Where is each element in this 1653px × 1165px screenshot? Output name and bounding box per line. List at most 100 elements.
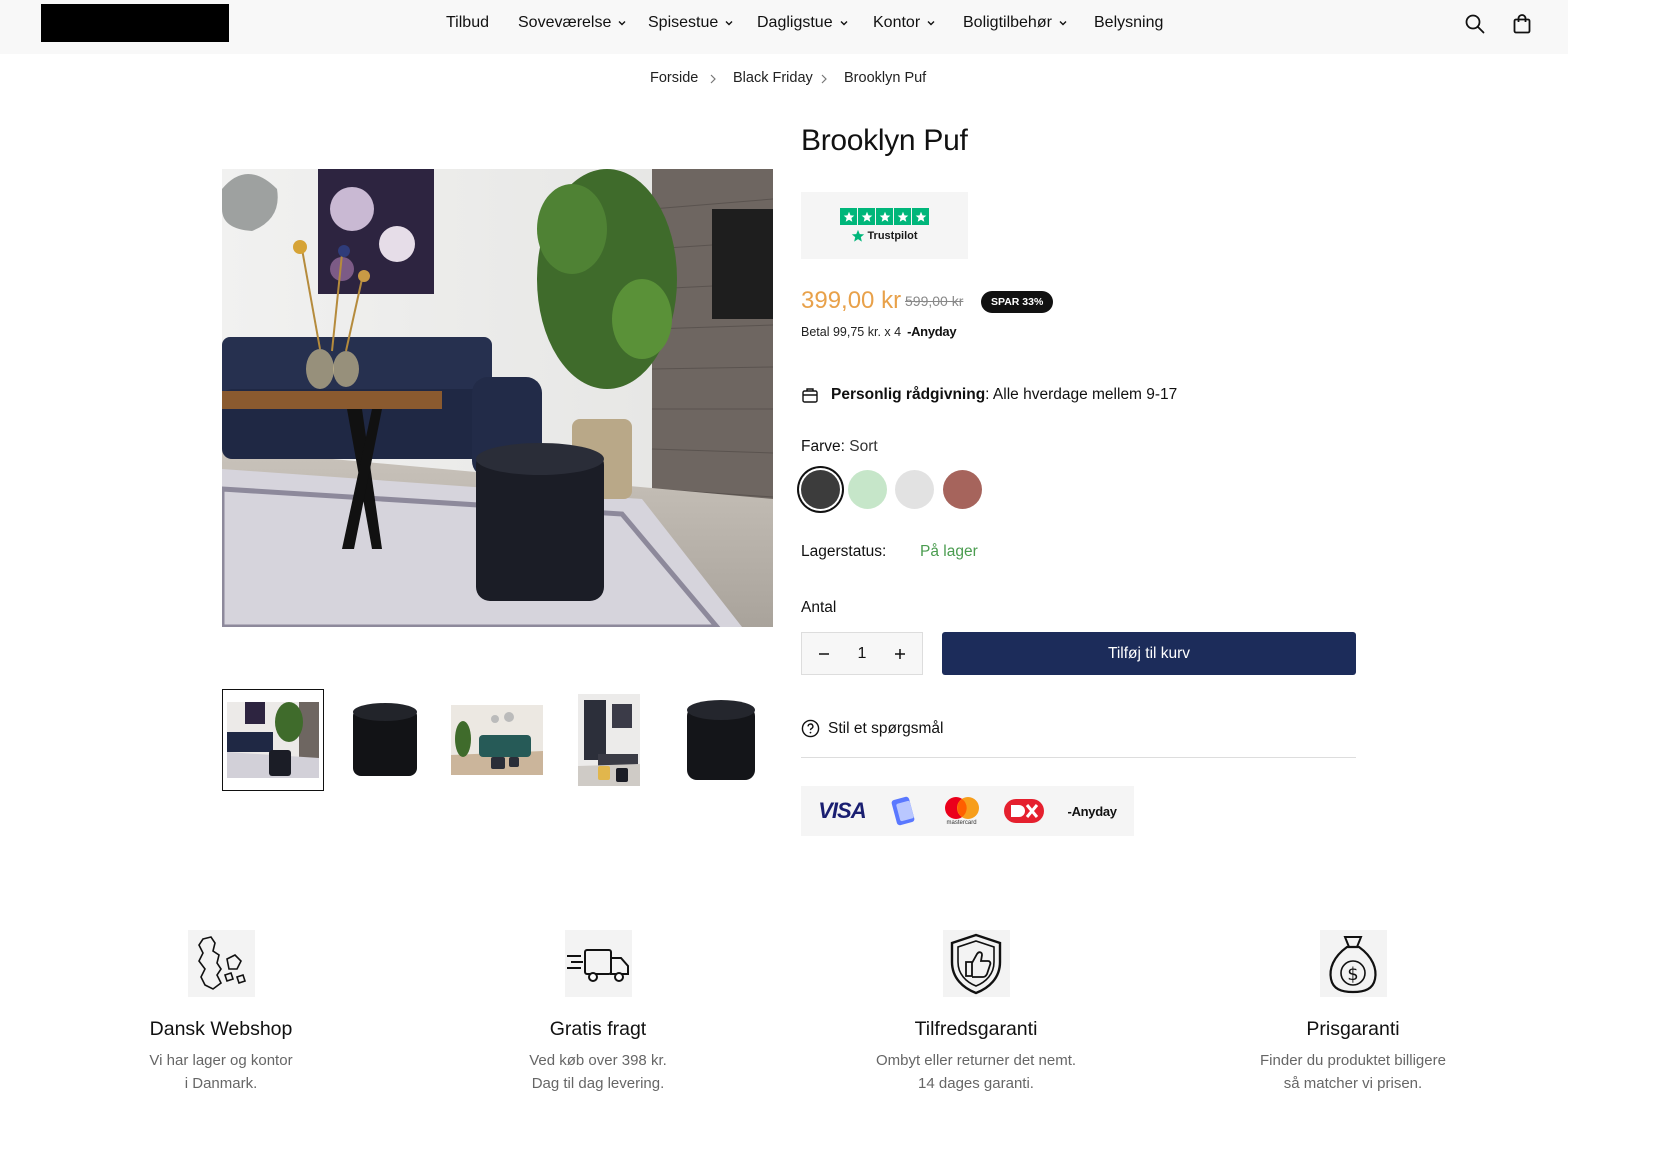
advice-hours: : Alle hverdage mellem 9-17 <box>985 386 1178 403</box>
feature-text-line1: Finder du produktet billigere <box>1260 1052 1446 1069</box>
feature-title: Gratis fragt <box>549 1018 647 1040</box>
minus-icon <box>819 652 829 655</box>
add-to-cart-button[interactable]: Tilføj til kurv <box>942 632 1356 675</box>
quantity-label: Antal <box>801 599 837 616</box>
breadcrumb-category-link[interactable]: Black Friday <box>733 70 813 86</box>
trustpilot-label: Trustpilot <box>867 230 918 242</box>
color-value: Sort <box>849 438 878 455</box>
thumbnail-image <box>227 702 319 778</box>
nav-item-label: Belysning <box>1094 14 1164 31</box>
nav-item-dagligstue[interactable]: Dagligstue <box>757 14 849 32</box>
svg-text:$: $ <box>1347 964 1358 985</box>
thumbnail-2[interactable] <box>334 689 436 791</box>
product-title: Brooklyn Puf <box>801 124 968 157</box>
advice-text: Personlig rådgivning: Alle hverdage mell… <box>831 386 1177 404</box>
thumbs-up-shield-icon <box>942 930 1010 997</box>
question-circle-icon <box>801 719 820 738</box>
feature-text-line2: i Danmark. <box>184 1075 258 1092</box>
chevron-down-icon <box>725 21 733 26</box>
nav-item-label: Boligtilbehør <box>963 14 1052 31</box>
search-icon[interactable] <box>1463 12 1487 36</box>
nav-item-label: Kontor <box>873 14 921 31</box>
personal-advice: Personlig rådgivning: Alle hverdage mell… <box>801 386 1177 404</box>
quantity-increase-button[interactable] <box>890 644 910 664</box>
delivery-truck-icon <box>564 930 632 997</box>
quantity-input[interactable] <box>842 644 882 663</box>
nav-item-label: Spisestue <box>648 14 719 31</box>
color-swatch-rose[interactable] <box>943 470 982 509</box>
breadcrumb-current: Brooklyn Puf <box>844 70 927 86</box>
anyday-logo: ‑Anyday <box>907 324 957 339</box>
product-main-image[interactable] <box>222 169 773 627</box>
thumbnail-5[interactable] <box>670 689 772 791</box>
color-label-text: Farve: <box>801 438 845 455</box>
dankort-logo <box>1004 799 1045 823</box>
nav-item-spisestue[interactable]: Spisestue <box>648 14 734 32</box>
color-swatch-sort[interactable] <box>801 470 840 509</box>
denmark-map-icon <box>187 930 255 997</box>
feature-text-line2: så matcher vi prisen. <box>1283 1075 1423 1092</box>
payment-methods: VISA mastercard ‑Anyday <box>801 786 1134 836</box>
old-price: 599,00 kr <box>905 293 964 309</box>
nav-item-kontor[interactable]: Kontor <box>873 14 936 32</box>
thumbnail-image <box>451 705 543 775</box>
feature-title: Tilfredsgaranti <box>914 1018 1038 1040</box>
feature-text-line2: Dag til dag levering. <box>531 1075 665 1092</box>
thumbnail-3[interactable] <box>446 689 548 791</box>
anyday-payment-logo: ‑Anyday <box>1067 803 1118 819</box>
ask-question-label: Stil et spørgsmål <box>828 719 944 737</box>
trustpilot-widget[interactable]: Trustpilot <box>801 192 968 259</box>
chevron-down-icon <box>840 21 848 26</box>
star-icon <box>858 208 875 225</box>
thumbnail-image <box>687 700 755 780</box>
product-photo <box>222 169 773 627</box>
chevron-right-icon <box>710 74 716 84</box>
star-icon <box>876 208 893 225</box>
nav-item-tilbud[interactable]: Tilbud <box>446 14 489 32</box>
save-badge: SPAR 33% <box>981 291 1054 313</box>
current-price: 399,00 kr <box>801 287 902 314</box>
feature-text-line1: Ombyt eller returner det nemt. <box>875 1052 1077 1069</box>
visa-logo: VISA <box>818 798 866 823</box>
nav-item-belysning[interactable]: Belysning <box>1094 14 1163 32</box>
chevron-down-icon <box>927 21 935 26</box>
feature-prisgaranti: $ Prisgaranti Finder du produktet billig… <box>1203 930 1503 1095</box>
breadcrumb-home-link[interactable]: Forside <box>650 70 698 86</box>
plus-icon <box>895 648 905 659</box>
chevron-down-icon <box>1059 21 1067 26</box>
quantity-stepper <box>801 632 923 675</box>
thumbnail-1[interactable] <box>222 689 324 791</box>
advice-bold: Personlig rådgivning <box>831 386 986 403</box>
feature-tilfredsgaranti: Tilfredsgaranti Ombyt eller returner det… <box>826 930 1126 1095</box>
feature-title: Dansk Webshop <box>149 1018 293 1040</box>
thumbnail-4[interactable] <box>558 689 660 791</box>
money-bag-icon: $ <box>1319 930 1387 997</box>
color-swatch-green[interactable] <box>848 470 887 509</box>
nav-item-label: Dagligstue <box>757 14 833 31</box>
mastercard-label: mastercard <box>946 820 977 826</box>
feature-text-line2: 14 dages garanti. <box>918 1075 1034 1092</box>
thumbnail-image <box>353 703 417 776</box>
feature-text-line1: Ved køb over 398 kr. <box>529 1052 667 1069</box>
breadcrumb: Forside Black Friday Brooklyn Puf <box>0 70 1568 92</box>
star-icon <box>912 208 929 225</box>
quantity-decrease-button[interactable] <box>814 644 834 664</box>
divider <box>801 757 1356 758</box>
trustpilot-star-icon <box>852 229 865 242</box>
color-swatch-lightgrey[interactable] <box>895 470 934 509</box>
site-header: Tilbud Soveværelse Spisestue Dagligstue … <box>0 0 1568 54</box>
store-icon <box>802 388 818 403</box>
store-logo[interactable] <box>41 4 229 42</box>
ask-question-link[interactable]: Stil et spørgsmål <box>801 719 943 738</box>
star-icon <box>840 208 857 225</box>
installment-text: Betal 99,75 kr. x 4 <box>801 324 902 339</box>
nav-item-sovevaerelse[interactable]: Soveværelse <box>518 14 627 32</box>
chevron-right-icon <box>821 74 827 84</box>
trustpilot-stars <box>840 208 929 225</box>
cart-icon[interactable] <box>1510 12 1534 36</box>
mobilepay-logo <box>891 796 915 826</box>
thumbnail-image <box>578 694 640 786</box>
nav-item-label: Tilbud <box>446 14 489 31</box>
nav-item-boligtilbehor[interactable]: Boligtilbehør <box>963 14 1068 32</box>
nav-item-label: Soveværelse <box>518 14 612 31</box>
